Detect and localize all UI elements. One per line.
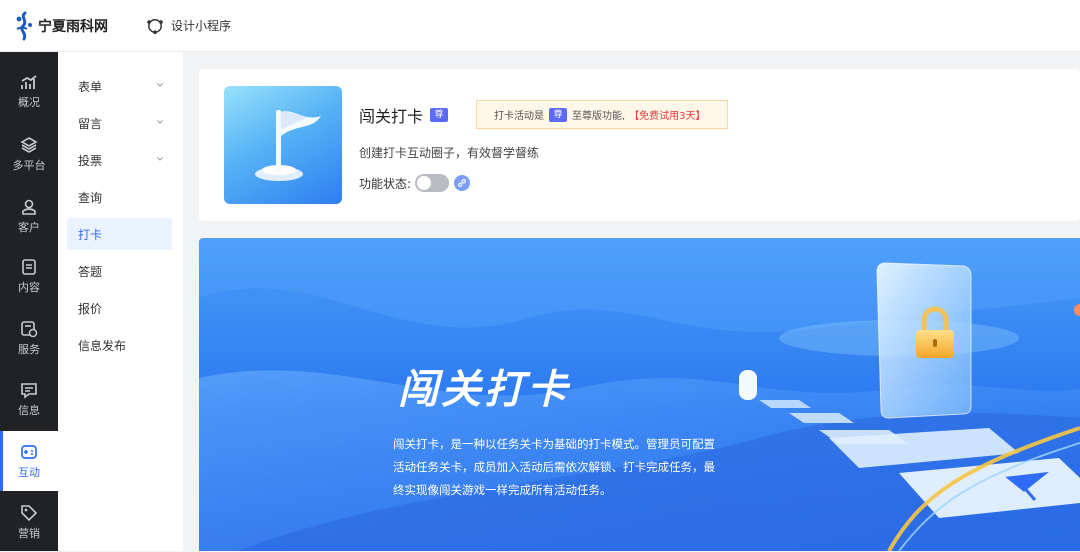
upgrade-promo-banner: 打卡活动是 尊 至尊版功能, 【免费试用3天】 — [476, 100, 728, 129]
nav-label: 多平台 — [12, 158, 46, 172]
submenu-label: 投票 — [78, 153, 103, 168]
free-trial-link[interactable]: 【免费试用3天】 — [629, 107, 705, 122]
submenu-label: 报价 — [78, 301, 103, 316]
feature-title-row: 闯关打卡 尊 — [359, 103, 449, 127]
user-icon — [22, 199, 36, 215]
chevron-down-icon — [157, 157, 163, 161]
tag-icon — [21, 504, 38, 521]
nav-item-content[interactable]: 内容 — [0, 246, 58, 306]
banner-title: 闯关打卡 — [398, 367, 570, 413]
submenu-item-form[interactable]: 表单 — [67, 70, 172, 102]
submenu-item-info-publish[interactable]: 信息发布 — [67, 329, 172, 361]
submenu-label: 打卡 — [78, 227, 103, 242]
feature-hero-banner: 闯关打卡 闯关打卡，是一种以任务关卡为基础的打卡模式。管理员可配置活动任务关卡，… — [199, 238, 1080, 551]
vip-badge: 尊 — [430, 108, 449, 122]
document-icon — [22, 258, 36, 275]
nav-item-multiplatform[interactable]: 多平台 — [0, 124, 58, 184]
gamepad-icon — [21, 444, 37, 459]
submenu-item-checkin[interactable]: 打卡 — [67, 218, 172, 250]
layers-icon — [20, 136, 38, 153]
submenu-item-quote[interactable]: 报价 — [67, 292, 172, 324]
miniapp-icon — [147, 18, 163, 34]
service-icon — [21, 320, 38, 337]
nav-label: 信息 — [18, 403, 40, 417]
miniapp-label: 设计小程序 — [171, 19, 232, 33]
banner-illustration — [199, 238, 1080, 551]
submenu-item-query[interactable]: 查询 — [67, 181, 172, 213]
nav-label: 营销 — [18, 526, 40, 540]
nav-item-overview[interactable]: 概况 — [0, 62, 58, 122]
submenu-item-quiz[interactable]: 答题 — [67, 255, 172, 287]
feature-status-row: 功能状态: — [359, 174, 471, 192]
submenu-item-message-board[interactable]: 留言 — [67, 107, 172, 139]
logo-mark-icon — [16, 11, 32, 40]
chevron-down-icon — [157, 83, 163, 87]
design-miniapp-link[interactable]: 设计小程序 — [146, 17, 231, 34]
feature-title: 闯关打卡 — [359, 107, 424, 126]
logo-text: 宁夏雨科网 — [38, 18, 108, 35]
submenu-label: 表单 — [78, 79, 103, 94]
top-header: 宁夏雨科网 设计小程序 — [0, 0, 1080, 52]
nav-item-customers[interactable]: 客户 — [0, 186, 58, 246]
logo[interactable]: 宁夏雨科网 — [14, 11, 108, 41]
interaction-submenu: 表单 留言 投票 查询 打卡 答题 报价 信息发布 — [58, 52, 183, 551]
submenu-label: 查询 — [78, 190, 103, 205]
submenu-label: 留言 — [78, 116, 103, 131]
submenu-label: 信息发布 — [78, 338, 127, 353]
checkin-flag-icon — [224, 86, 342, 204]
link-icon[interactable] — [454, 175, 471, 191]
nav-item-service[interactable]: 服务 — [0, 308, 58, 368]
nav-label: 概况 — [18, 95, 40, 109]
feature-description: 创建打卡互动圈子，有效督学督练 — [359, 146, 540, 160]
nav-label: 互动 — [18, 465, 40, 479]
nav-item-message[interactable]: 信息 — [0, 369, 58, 429]
nav-label: 服务 — [18, 342, 40, 356]
status-label: 功能状态: — [359, 176, 412, 191]
nav-item-interaction[interactable]: 互动 — [0, 431, 58, 491]
chart-icon — [21, 74, 37, 89]
feature-card: 闯关打卡 尊 打卡活动是 尊 至尊版功能, 【免费试用3天】 创建打卡互动圈子，… — [199, 69, 1080, 221]
promo-prefix: 打卡活动是 — [494, 111, 544, 122]
nav-label: 内容 — [18, 280, 40, 294]
nav-item-marketing[interactable]: 营销 — [0, 492, 58, 552]
promo-suffix: 至尊版功能, — [572, 111, 626, 122]
feature-status-toggle[interactable] — [415, 174, 450, 192]
banner-description: 闯关打卡，是一种以任务关卡为基础的打卡模式。管理员可配置活动任务关卡，成员加入活… — [393, 437, 715, 497]
nav-label: 客户 — [18, 220, 40, 234]
main-nav: 概况 多平台 客户 内容 服务 信息 互动 营销 — [0, 52, 58, 551]
vip-badge: 尊 — [549, 107, 567, 122]
message-icon — [21, 382, 37, 399]
submenu-label: 答题 — [78, 264, 103, 279]
chevron-down-icon — [157, 120, 163, 124]
submenu-item-vote[interactable]: 投票 — [67, 144, 172, 176]
